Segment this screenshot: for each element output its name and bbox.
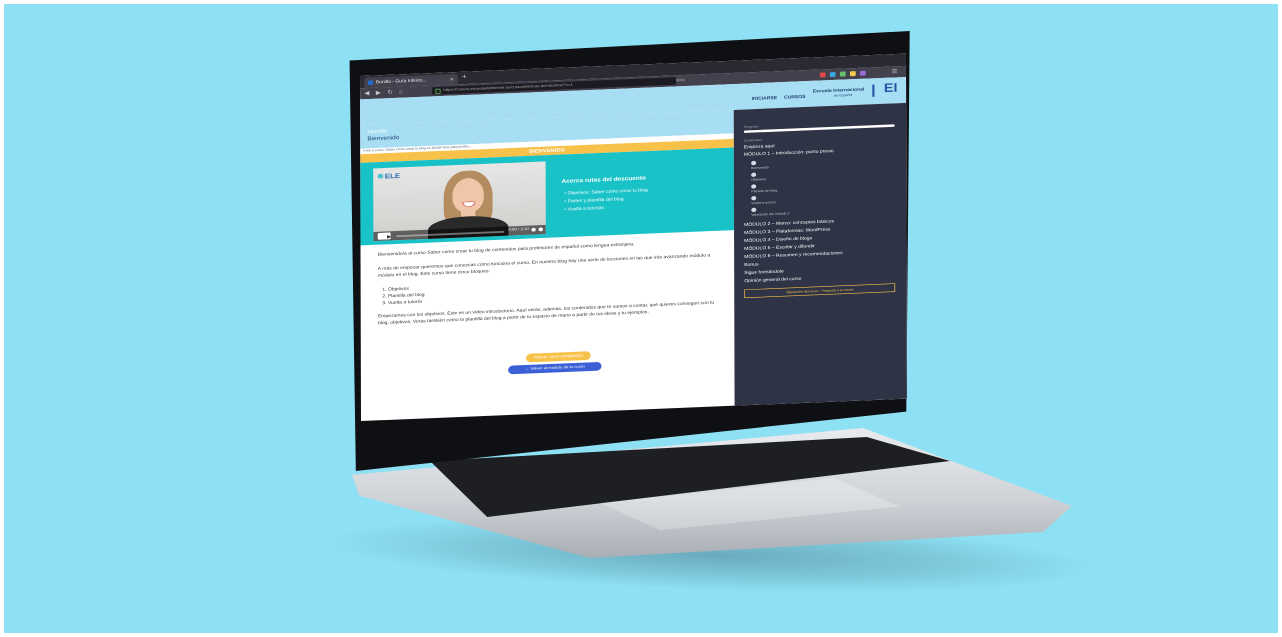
sidebar-item[interactable]: MÓDULO 2 – Marco: conceptos básicos [744,219,834,227]
sidebar-subitem[interactable]: Objetivos [751,178,766,182]
sidebar-item[interactable]: Bonus [744,262,758,267]
brand-logo[interactable]: EI [884,81,898,96]
video-time: 0:00 / 2:10 [508,227,529,232]
course-review-link[interactable]: Valoración del curso ‑ Pregunta a tu tut… [744,283,896,299]
close-tab-icon[interactable]: ✕ [449,74,454,85]
sidebar-item[interactable]: MÓDULO 6 – Resumen y recomendaciones [744,251,842,259]
play-icon [387,234,392,239]
sidebar-item[interactable]: Empieza aquí [744,144,775,150]
check-icon [751,184,757,189]
sidebar-subitem[interactable]: Bienvenido [751,166,769,170]
back-to-module-button[interactable]: ← Volver al módulo de tu curso [508,361,602,375]
lesson-name: Bienvenido [367,134,400,142]
zoom-level[interactable]: 80% [676,77,685,85]
video-player[interactable]: ELE 0:00 / 2:10 [373,161,546,242]
progress-bar [743,124,895,133]
forward-icon[interactable]: ▶ [376,89,381,96]
check-icon [751,160,757,166]
sidebar-item[interactable]: Sigue formándote [744,269,784,275]
check-icon [751,172,757,178]
nav-link-cursos[interactable]: CURSOS [784,95,806,100]
sidebar-item[interactable]: MÓDULO 3 – Plataformas: WordPress [744,227,830,235]
video-progress[interactable] [396,230,505,238]
brand-bar [872,84,875,97]
intro-title: Acerca rutas del descuento [561,174,646,185]
fullscreen-icon[interactable] [538,227,543,232]
check-icon [751,207,757,213]
intro-item: Vuelta a tutorías [564,204,647,212]
intro-item: Partes y plantilla del blog [564,196,647,204]
check-icon [751,195,757,201]
sidebar-subitem[interactable]: Plantilla del blog [751,189,777,194]
back-icon[interactable]: ◀ [364,90,369,97]
new-tab-button[interactable]: + [462,73,467,81]
menu-icon[interactable]: ☰ [892,68,898,75]
sidebar-item[interactable]: MÓDULO 4 – Diseño de blogs [744,236,812,243]
extension-icon[interactable] [839,71,846,77]
contents-label: Contenidos [743,138,763,143]
intro-list: Objetivos: Saber cómo crear tu blog Part… [564,188,648,215]
sidebar-subitem[interactable]: Vuelta a tutoría [751,201,775,206]
progress-label: Progreso [743,124,759,130]
home-icon[interactable]: ⌂ [399,88,403,94]
sidebar-subitem[interactable]: Valoración del módulo 1 [751,212,789,217]
extension-icon[interactable] [819,72,826,78]
play-button[interactable] [377,232,392,240]
sidebar-item[interactable]: Opinión general del curso [744,277,801,284]
school-name[interactable]: Escuela Internacional [813,87,865,93]
sidebar-item[interactable]: MÓDULO 5 – Escribir y difundir [744,244,814,251]
intro-item: Objetivos: Saber cómo crear tu blog [564,188,648,196]
video-logo-text: ELE [384,172,401,181]
lesson-hero: ELE 0:00 / 2:10 Acerca rutas del descuen… [360,147,735,246]
laptop-screen: Bonilla - Guía Infinito... ✕ + ◀ ▶ ↻ ⌂ h… [360,53,907,422]
extension-icon[interactable] [860,70,866,76]
volume-icon[interactable] [531,227,536,232]
video-logo: ELE [377,172,401,181]
school-subtitle: de Español [834,93,853,98]
mark-complete-button[interactable]: Marcar como completada [526,351,591,363]
presenter-face [452,177,484,214]
course-sidebar: Progreso Contenidos Empieza aquí MÓDULO … [733,102,907,406]
lock-icon [435,88,441,94]
sidebar-item[interactable]: MÓDULO 1 – Introducción: punto previo [744,149,834,157]
favicon-icon [367,80,373,85]
tab-title: Bonilla - Guía Infinito... [375,78,427,85]
extension-icon[interactable] [849,71,856,77]
reload-icon[interactable]: ↻ [387,89,392,96]
lesson-section-title: Lección [367,127,388,135]
extension-icon[interactable] [829,71,836,78]
lesson-content: Bienvenido/a al curso Saber cómo crear t… [378,237,723,334]
nav-link-iniciarse[interactable]: INICIARSE [752,96,777,101]
